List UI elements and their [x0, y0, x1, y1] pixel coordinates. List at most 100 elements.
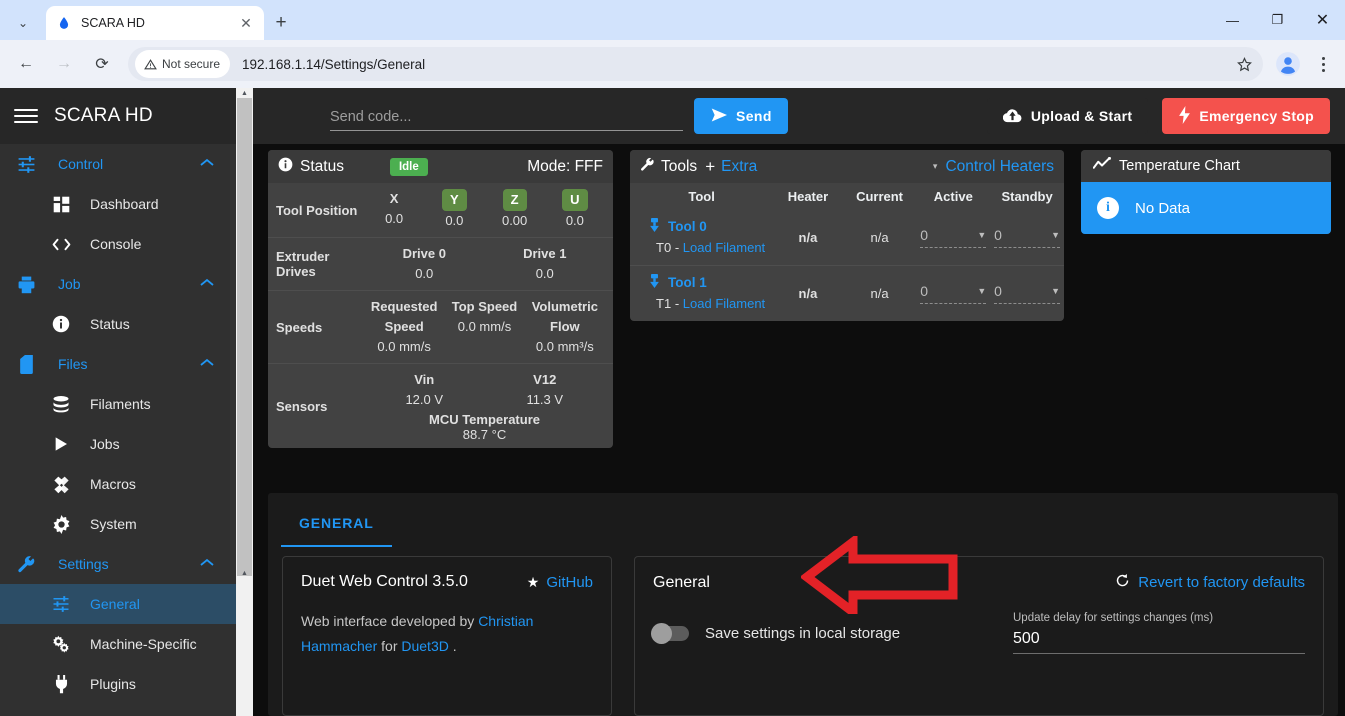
general-card-header: General Revert to factory defaults — [653, 573, 1305, 592]
reload-icon[interactable]: ⟳ — [84, 46, 120, 82]
sidebar-group-settings[interactable]: Settings — [0, 544, 236, 584]
tool-0-active-cell: 0 ▼ — [916, 210, 990, 266]
drive-0-name: Drive 0 — [402, 246, 446, 261]
tool-1-active-select[interactable]: 0 ▼ — [916, 283, 990, 304]
tab-list-chevron-icon[interactable]: ⌄ — [0, 6, 46, 40]
tool-1-link[interactable]: Tool 1 — [648, 274, 773, 291]
extra-link[interactable]: Extra — [721, 158, 757, 176]
scroll-thumb-grip-icon: ▲ — [241, 570, 248, 577]
axis-x: X 0.0 — [364, 189, 424, 231]
tool-position-row: Tool Position X 0.0 Y 0.0 Z 0.00 U 0.0 — [268, 183, 613, 238]
security-indicator[interactable]: Not secure — [135, 50, 231, 78]
sensor-columns: Vin 12.0 V V12 11.3 V — [364, 370, 605, 410]
volumetric-flow-value: 0.0 mm³/s — [535, 339, 594, 354]
sidebar-group-job[interactable]: Job — [0, 264, 236, 304]
tool-0-prefix: T0 - — [656, 240, 683, 255]
chevron-down-icon[interactable]: ▼ — [1051, 286, 1060, 296]
toggle-knob — [651, 622, 672, 644]
info-icon — [278, 157, 293, 177]
tab-close-icon[interactable]: ✕ — [238, 15, 254, 32]
sidebar-item-machine-specific[interactable]: Machine-Specific — [0, 624, 236, 664]
save-settings-toggle-row[interactable]: Save settings in local storage — [651, 612, 983, 654]
tool-1-standby-select[interactable]: 0 ▼ — [990, 283, 1064, 304]
about-card-title: Duet Web Control 3.5.0 — [301, 573, 468, 590]
back-icon[interactable]: ← — [8, 46, 44, 82]
upload-and-start-button[interactable]: Upload & Start — [986, 98, 1149, 134]
tool-0-active-select[interactable]: 0 ▼ — [916, 227, 990, 248]
about-prefix: Web interface developed by — [301, 613, 479, 629]
chevron-down-icon[interactable]: ▼ — [1051, 230, 1060, 240]
tab-general[interactable]: GENERAL — [281, 515, 392, 547]
requested-speed: Requested Speed 0.0 mm/s — [364, 297, 444, 357]
add-tool-button[interactable]: + — [705, 157, 715, 177]
sidebar-item-dashboard[interactable]: Dashboard — [0, 184, 236, 224]
maximize-button[interactable]: ❐ — [1255, 0, 1300, 40]
sidebar-item-macros[interactable]: Macros — [0, 464, 236, 504]
browser-tab[interactable]: SCARA HD ✕ — [46, 6, 264, 40]
update-delay-label: Update delay for settings changes (ms) — [1013, 612, 1214, 624]
tools-table-header-row: Tool Heater Current Active Standby — [630, 183, 1064, 210]
axis-u-value: 0.0 — [565, 213, 584, 228]
sd-card-icon — [14, 354, 38, 374]
load-filament-link[interactable]: Load Filament — [683, 296, 765, 311]
save-settings-label: Save settings in local storage — [705, 624, 901, 642]
send-code-input[interactable]: Send code... — [330, 101, 683, 131]
github-link[interactable]: ★ GitHub — [527, 574, 593, 591]
drive-0-value: 0.0 — [415, 266, 434, 281]
star-icon: ★ — [526, 573, 540, 590]
profile-avatar-icon[interactable] — [1271, 47, 1305, 81]
no-data-text: No Data — [1135, 199, 1191, 217]
scrollbar-thumb[interactable] — [237, 98, 252, 576]
sidebar-item-jobs[interactable]: Jobs — [0, 424, 236, 464]
cloud-upload-icon — [1002, 107, 1022, 126]
tool-0-heater: n/a — [798, 230, 818, 245]
sidebar-item-console[interactable]: Console — [0, 224, 236, 264]
save-settings-toggle[interactable] — [651, 622, 689, 644]
revert-to-factory-defaults-button[interactable]: Revert to factory defaults — [1115, 573, 1305, 592]
star-icon[interactable] — [1229, 49, 1259, 79]
control-heaters-group[interactable]: ▾ Control Heaters — [933, 158, 1054, 176]
tool-0-link[interactable]: Tool 0 — [648, 218, 773, 235]
sidebar-item-system[interactable]: System — [0, 504, 236, 544]
sidebar-item-filaments[interactable]: Filaments — [0, 384, 236, 424]
control-heaters-link[interactable]: Control Heaters — [945, 158, 1054, 176]
scroll-up-arrow-icon[interactable]: ▲ — [236, 90, 253, 98]
update-delay-field[interactable]: Update delay for settings changes (ms) 5… — [1013, 612, 1305, 654]
chevron-down-icon[interactable]: ▾ — [933, 161, 938, 172]
update-delay-value[interactable]: 500 — [1013, 624, 1305, 654]
sidebar-item-plugins[interactable]: Plugins — [0, 664, 236, 704]
sidebar-group-files[interactable]: Files — [0, 344, 236, 384]
close-window-button[interactable]: ✕ — [1300, 0, 1345, 40]
chevron-down-icon[interactable]: ▼ — [977, 286, 986, 296]
load-filament-link[interactable]: Load Filament — [683, 240, 765, 255]
company-link[interactable]: Duet3D — [401, 638, 448, 654]
code-brackets-icon — [50, 237, 72, 252]
axis-columns: X 0.0 Y 0.0 Z 0.00 U 0.0 — [364, 189, 605, 231]
sidebar-item-general[interactable]: General — [0, 584, 236, 624]
send-button-label: Send — [736, 108, 772, 124]
page-scrollbar[interactable]: ▲ ▲ — [236, 88, 253, 716]
send-button[interactable]: Send — [694, 98, 788, 134]
sensor-vin-value: 12.0 V — [405, 392, 444, 407]
new-tab-button[interactable]: + — [264, 6, 298, 40]
mcu-temperature-value: 88.7 °C — [462, 427, 507, 442]
browser-window: ⌄ SCARA HD ✕ + — ❐ ✕ ← → ⟳ Not secure 19… — [0, 0, 1345, 716]
hamburger-menu-icon[interactable] — [14, 109, 38, 123]
speeds-row: Speeds Requested Speed 0.0 mm/s Top Spee… — [268, 291, 613, 364]
address-bar[interactable]: Not secure 192.168.1.14/Settings/General — [128, 47, 1263, 81]
col-tool: Tool — [630, 183, 774, 210]
forward-icon[interactable]: → — [46, 46, 82, 82]
sidebar-item-label: Filaments — [90, 396, 151, 412]
status-badge: Idle — [389, 157, 428, 176]
sidebar-group-control[interactable]: Control — [0, 144, 236, 184]
kebab-menu-icon[interactable] — [1309, 56, 1337, 72]
sliders-icon — [14, 155, 38, 174]
emergency-stop-button[interactable]: Emergency Stop — [1162, 98, 1330, 134]
chevron-down-icon[interactable]: ▼ — [977, 230, 986, 240]
sidebar-item-status[interactable]: Status — [0, 304, 236, 344]
settings-tabs: GENERAL — [268, 493, 1338, 547]
table-row: Tool 0 T0 - Load Filament n/a n/a 0 ▼ 0 … — [630, 210, 1064, 266]
minimize-button[interactable]: — — [1210, 0, 1255, 40]
sidebar-item-label: Plugins — [90, 676, 136, 692]
tool-0-standby-select[interactable]: 0 ▼ — [990, 227, 1064, 248]
